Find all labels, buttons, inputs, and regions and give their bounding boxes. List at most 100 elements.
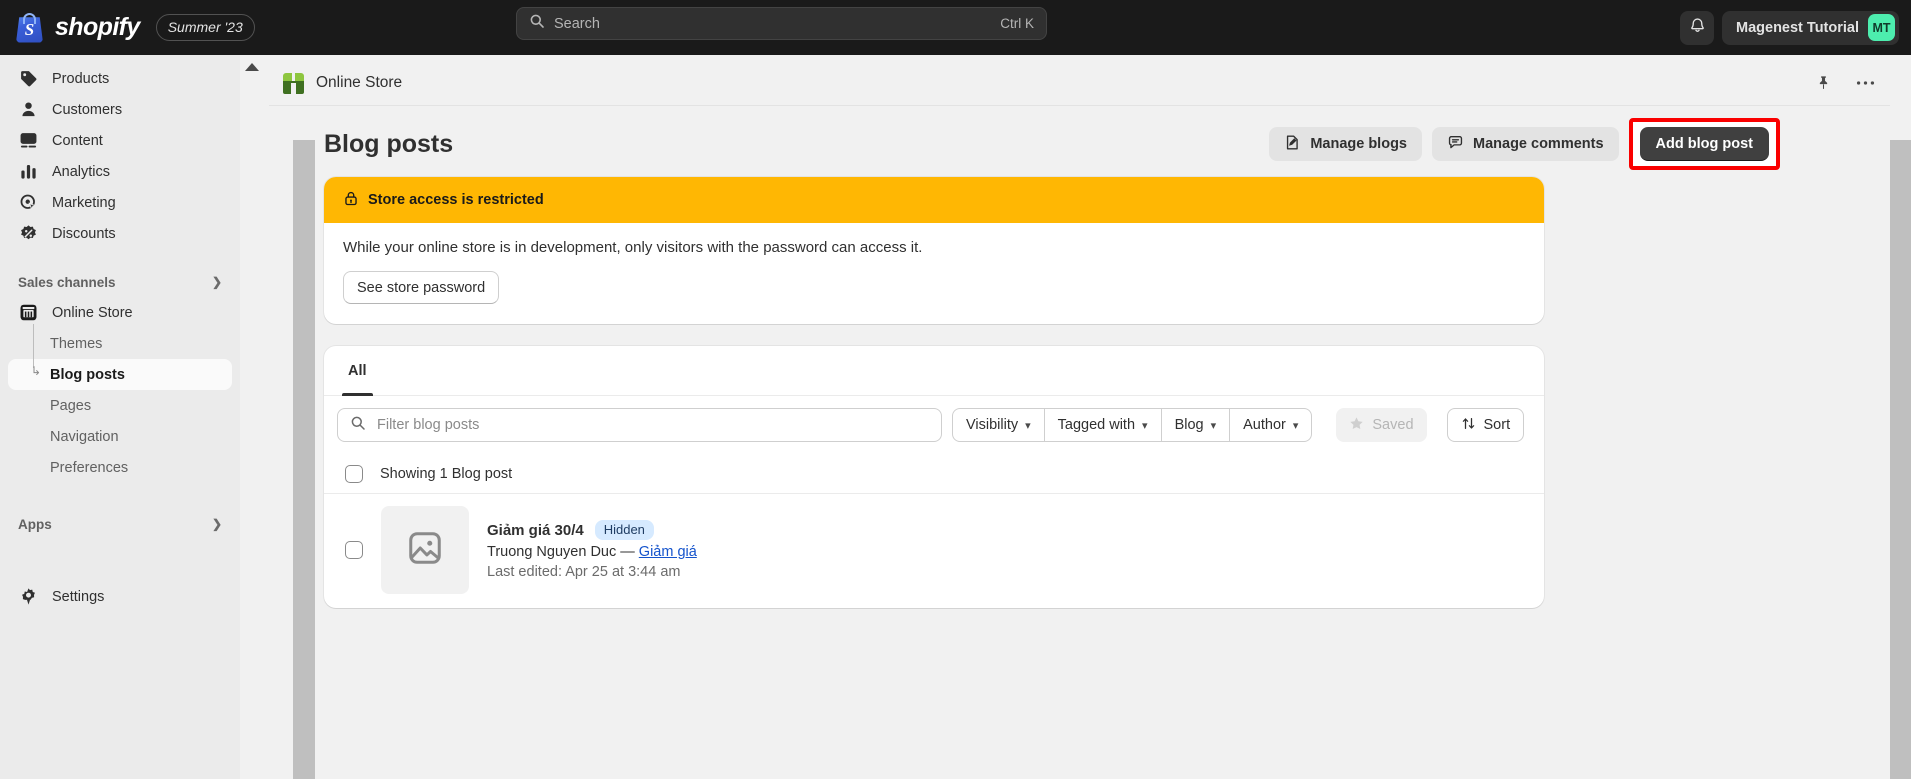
filter-author[interactable]: Author ▾	[1229, 408, 1313, 442]
sort-button[interactable]: Sort	[1446, 408, 1525, 442]
target-cursor-icon	[18, 193, 38, 213]
chevron-down-icon: ▾	[1292, 419, 1299, 432]
shopify-brand[interactable]: S shopify Summer '23	[0, 12, 290, 43]
store-context-header: Online Store	[269, 61, 1890, 106]
banner-text: While your online store is in developmen…	[343, 239, 923, 256]
manage-comments-button[interactable]: Manage comments	[1432, 127, 1619, 161]
sidebar-item-settings[interactable]: Settings	[8, 581, 232, 612]
chevron-down-icon: ▾	[1025, 419, 1031, 432]
page-scrollbar-left[interactable]	[293, 140, 315, 779]
sidebar-item-content[interactable]: Content	[8, 125, 232, 156]
sidebar-item-label: Settings	[52, 588, 105, 605]
post-title[interactable]: Giảm giá 30/4	[487, 522, 584, 539]
sidebar-item-discounts[interactable]: Discounts	[8, 218, 232, 249]
manage-blogs-label: Manage blogs	[1310, 136, 1407, 152]
sidebar-item-pages[interactable]: Pages	[8, 390, 232, 421]
search-input-placeholder: Filter blog posts	[377, 417, 480, 433]
sidebar-item-products[interactable]: Products	[8, 63, 232, 94]
see-store-password-label: See store password	[357, 279, 486, 296]
select-all-checkbox[interactable]	[345, 464, 363, 483]
filter-blog[interactable]: Blog ▾	[1160, 408, 1231, 442]
see-store-password-button[interactable]: See store password	[343, 271, 500, 304]
sidebar-item-online-store[interactable]: Online Store	[8, 297, 232, 328]
account-menu-button[interactable]: Magenest Tutorial MT	[1722, 10, 1899, 45]
primary-sidebar: Products Customers Content Analytics Mar…	[0, 55, 240, 779]
post-author-line: Truong Nguyen Duc — Giảm giá	[487, 544, 697, 560]
global-top-bar: S shopify Summer '23 Search Ctrl K Magen…	[0, 0, 1911, 55]
global-search-bar[interactable]: Search Ctrl K	[516, 7, 1047, 40]
avatar: MT	[1868, 14, 1895, 41]
filter-label: Blog	[1174, 417, 1204, 433]
search-shortcut-hint: Ctrl K	[1000, 16, 1034, 31]
add-blog-post-label: Add blog post	[1655, 135, 1753, 152]
subnav-arrow-icon: ↳	[31, 364, 42, 378]
chevron-down-icon: ▾	[1142, 419, 1148, 432]
sidebar-item-analytics[interactable]: Analytics	[8, 156, 232, 187]
filter-toolbar: Filter blog posts Visibility ▾ Tagged wi…	[324, 396, 1544, 454]
sidebar-group-sales-channels[interactable]: Sales channels ❯	[8, 267, 232, 297]
sidebar-item-label: Navigation	[50, 428, 119, 445]
store-access-banner: Store access is restricted While your on…	[324, 177, 1544, 324]
manage-blogs-button[interactable]: Manage blogs	[1269, 127, 1422, 161]
select-all-row: Showing 1 Blog post	[324, 454, 1544, 494]
post-thumbnail-placeholder	[381, 506, 469, 594]
sidebar-item-navigation[interactable]: Navigation	[8, 421, 232, 452]
star-icon	[1349, 416, 1364, 435]
sort-label: Sort	[1483, 417, 1511, 433]
sidebar-item-label: Content	[52, 132, 103, 149]
row-checkbox[interactable]	[345, 541, 363, 559]
sidebar-item-label: Blog posts	[50, 366, 125, 383]
top-bar-right-cluster: Magenest Tutorial MT	[1680, 0, 1899, 55]
tab-all[interactable]: All	[334, 346, 381, 396]
discount-badge-icon	[18, 224, 38, 244]
pin-icon[interactable]	[1810, 70, 1836, 96]
filter-visibility[interactable]: Visibility ▾	[952, 408, 1045, 442]
filter-tagged-with[interactable]: Tagged with ▾	[1043, 408, 1162, 442]
add-blog-post-highlight: Add blog post	[1628, 118, 1780, 170]
sidebar-item-preferences[interactable]: Preferences	[8, 452, 232, 483]
post-title-line: Giảm giá 30/4 Hidden	[487, 520, 697, 540]
collapse-sidebar-arrow-icon[interactable]	[245, 63, 259, 71]
image-placeholder-icon	[406, 529, 444, 572]
post-last-edited: Last edited: Apr 25 at 3:44 am	[487, 564, 681, 580]
chevron-right-icon[interactable]: ❯	[212, 517, 222, 531]
search-input[interactable]: Search	[554, 16, 1000, 32]
sidebar-item-themes[interactable]: Themes	[8, 328, 232, 359]
sidebar-item-label: Customers	[52, 101, 123, 118]
post-info: Giảm giá 30/4 Hidden Truong Nguyen Duc —…	[487, 520, 697, 580]
sidebar-group-label: Sales channels	[18, 274, 116, 290]
online-store-icon	[283, 72, 304, 94]
page-scrollbar-right[interactable]	[1890, 140, 1911, 779]
notifications-button[interactable]	[1680, 10, 1714, 45]
sidebar-item-label: Marketing	[52, 194, 116, 211]
shopify-logo-icon: S	[16, 12, 43, 43]
chevron-right-icon[interactable]: ❯	[212, 275, 222, 289]
search-icon	[529, 13, 545, 34]
sidebar-item-label: Preferences	[50, 459, 129, 476]
ellipsis-icon[interactable]	[1852, 70, 1878, 96]
sidebar-item-customers[interactable]: Customers	[8, 94, 232, 125]
sidebar-item-marketing[interactable]: Marketing	[8, 187, 232, 218]
search-input[interactable]: Filter blog posts	[337, 408, 942, 442]
account-name: Magenest Tutorial	[1736, 19, 1859, 36]
banner-body: While your online store is in developmen…	[324, 223, 1544, 324]
chevron-down-icon: ▾	[1210, 419, 1217, 432]
sidebar-item-label: Themes	[50, 335, 103, 352]
blog-posts-card: All Filter blog posts Visibility ▾ Tagge…	[324, 346, 1544, 608]
person-icon	[18, 100, 38, 120]
sidebar-item-label: Products	[52, 70, 110, 87]
post-blog-link[interactable]: Giảm giá	[639, 544, 697, 560]
banner-title: Store access is restricted	[368, 192, 544, 208]
comment-icon	[1447, 134, 1464, 155]
sidebar-item-label: Analytics	[52, 163, 111, 180]
page-title: Blog posts	[324, 129, 454, 158]
saved-label: Saved	[1372, 417, 1414, 433]
sidebar-item-label: Discounts	[52, 225, 116, 242]
sidebar-item-blog-posts[interactable]: Blog posts	[8, 359, 232, 390]
image-content-icon	[18, 131, 38, 151]
saved-views-button[interactable]: Saved	[1336, 408, 1427, 442]
sidebar-group-apps[interactable]: Apps ❯	[8, 509, 232, 539]
gear-icon	[18, 587, 38, 607]
add-blog-post-button[interactable]: Add blog post	[1639, 127, 1769, 161]
table-row[interactable]: Giảm giá 30/4 Hidden Truong Nguyen Duc —…	[324, 494, 1544, 608]
